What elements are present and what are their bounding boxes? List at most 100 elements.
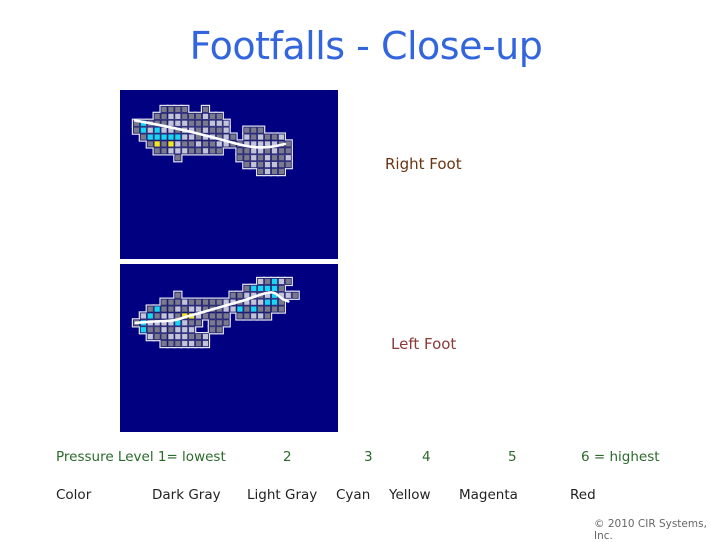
pressure-cell [168, 120, 174, 126]
pressure-cell [161, 306, 167, 312]
pressure-cell [161, 113, 167, 119]
pressure-cell [147, 134, 153, 140]
pressure-cell [278, 306, 284, 312]
pressure-cell [264, 313, 271, 319]
pressure-cell [175, 292, 181, 298]
pressure-cell [244, 162, 250, 168]
pressure-cell [168, 134, 174, 140]
pressure-cell [175, 340, 181, 347]
pressure-cell [154, 327, 160, 333]
left-foot-pressure-map [131, 276, 300, 349]
pressure-cell [168, 306, 174, 312]
pressure-cell [237, 155, 243, 161]
pressure-cell [258, 148, 264, 154]
legend-level-6: 6 = highest [581, 449, 660, 465]
pressure-cell [161, 299, 167, 305]
pressure-cell [189, 134, 195, 140]
pressure-cell [168, 148, 174, 154]
pressure-cell [251, 155, 257, 161]
pressure-cell [161, 334, 167, 340]
pressure-cell [237, 306, 243, 312]
right-foot-pressure-map [131, 104, 293, 177]
legend-color-header: Color [56, 487, 92, 503]
pressure-cell [195, 340, 202, 347]
pressure-cell [189, 320, 195, 326]
pressure-cell [258, 299, 264, 305]
pressure-cell [285, 278, 291, 285]
pressure-cell [161, 141, 167, 147]
pressure-cell [182, 106, 188, 113]
pressure-cell [154, 334, 160, 340]
pressure-cell [258, 162, 264, 168]
pressure-cell [285, 155, 291, 161]
pressure-cell [271, 155, 278, 161]
legend-color-2: Light Gray [247, 487, 318, 503]
pressure-cell [209, 127, 215, 133]
pressure-cell [278, 148, 284, 154]
pressure-cell [189, 148, 195, 154]
pressure-cell [216, 313, 222, 319]
pressure-cell [168, 334, 174, 340]
pressure-cell [154, 127, 160, 133]
pressure-cell [189, 327, 195, 333]
pressure-cell [258, 141, 264, 147]
pressure-cell [175, 134, 181, 140]
pressure-cell [189, 306, 195, 312]
pressure-cell [258, 278, 264, 285]
pressure-cell [292, 292, 298, 298]
pressure-cell [189, 340, 195, 347]
pressure-cell [140, 327, 146, 333]
pressure-cell [258, 127, 264, 133]
pressure-cell [154, 306, 160, 312]
pressure-cell [258, 313, 264, 319]
pressure-cell [182, 148, 188, 154]
pressure-cell [182, 327, 188, 333]
pressure-cell [147, 327, 153, 333]
legend-color-6: Red [570, 487, 596, 503]
pressure-cell [251, 134, 257, 140]
pressure-cell [147, 313, 153, 319]
pressure-cell [140, 134, 146, 140]
pressure-cell [244, 134, 250, 140]
pressure-cell [209, 120, 215, 126]
legend-level-5: 5 [508, 449, 517, 465]
pressure-cell [264, 162, 271, 168]
pressure-cell [168, 313, 174, 319]
pressure-cell [195, 306, 202, 312]
pressure-cell [168, 327, 174, 333]
pressure-cell [202, 340, 209, 347]
legend-level-4: 4 [422, 449, 431, 465]
pressure-cell [195, 120, 202, 126]
pressure-cell [271, 148, 278, 154]
pressure-cell [278, 168, 284, 175]
pressure-cell [147, 141, 153, 147]
legend-color-4: Yellow [389, 487, 431, 503]
pressure-cell [251, 127, 257, 133]
pressure-cell [168, 106, 174, 113]
pressure-cell [195, 334, 202, 340]
pressure-cell [202, 299, 209, 305]
pressure-cell [195, 113, 202, 119]
pressure-cell [264, 306, 271, 312]
pressure-cell [202, 127, 209, 133]
pressure-cell [195, 141, 202, 147]
pressure-cell [182, 134, 188, 140]
pressure-cell [251, 148, 257, 154]
pressure-cell [168, 340, 174, 347]
pressure-cell [202, 120, 209, 126]
pressure-cell [182, 299, 188, 305]
pressure-cell [161, 106, 167, 113]
pressure-cell [154, 141, 160, 147]
pressure-cell [230, 134, 236, 140]
pressure-cell [285, 141, 291, 147]
legend-level-3: 3 [364, 449, 373, 465]
legend-color-1: Dark Gray [152, 487, 221, 503]
pressure-cell [168, 113, 174, 119]
pressure-cell [175, 306, 181, 312]
pressure-cell [216, 327, 222, 333]
right-foot-panel [120, 90, 338, 259]
pressure-cell [216, 113, 222, 119]
pressure-cell [230, 306, 236, 312]
pressure-cell [202, 113, 209, 119]
pressure-cell [175, 113, 181, 119]
